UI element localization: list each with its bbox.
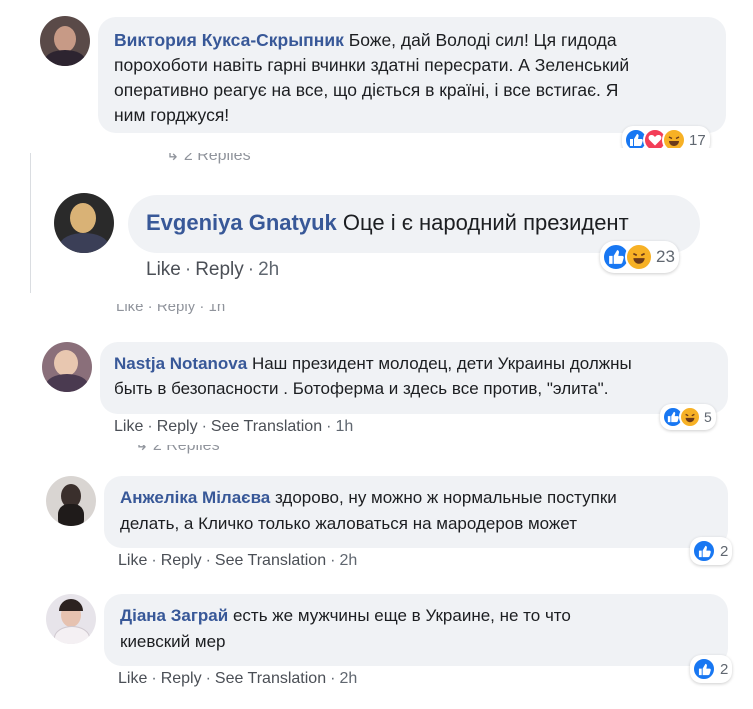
reply-link[interactable]: Reply xyxy=(157,418,198,434)
replies-label: 2 Replies xyxy=(183,153,251,164)
reaction-summary[interactable]: 2 xyxy=(690,655,733,683)
comment-clip-3: Nastja Notanova Наш президент молодец, д… xyxy=(30,330,740,434)
comment-text-line: порохоботи навіть гарні вчинки здатні пе… xyxy=(114,55,630,75)
like-link[interactable]: Like xyxy=(146,259,181,280)
avatar[interactable] xyxy=(46,476,96,526)
comment-text-line: Анжеліка Мілаєва здорово, ну можно ж нор… xyxy=(120,485,716,511)
comment-text: есть же мужчины еще в Украине, не то что xyxy=(232,606,571,625)
reaction-summary[interactable]: 2 xyxy=(690,537,733,565)
reaction-count: 5 xyxy=(704,409,712,425)
comment-bubble: Анжеліка Мілаєва здорово, ну можно ж нор… xyxy=(104,476,728,548)
comment-author[interactable]: Анжеліка Мілаєва xyxy=(120,488,270,507)
reaction-count: 2 xyxy=(720,542,729,560)
like-link[interactable]: Like xyxy=(118,670,147,687)
comment-clip-2: ↳ 2 Replies Evgeniya Gnatyuk Оце і є нар… xyxy=(30,153,726,293)
comment-actions: Like · Reply · See Translation · 2h xyxy=(118,552,358,569)
reaction-count: 2 xyxy=(720,660,729,678)
timestamp[interactable]: 2h xyxy=(339,670,357,687)
see-translation-link[interactable]: See Translation xyxy=(215,552,326,569)
haha-icon xyxy=(625,243,653,271)
comment-clip-1: Виктория Кукса-Скрыпник Боже, дай Володі… xyxy=(0,0,740,148)
avatar[interactable] xyxy=(42,342,92,392)
see-translation-link[interactable]: See Translation xyxy=(211,418,322,434)
comment-text-line: быть в безопасности . Ботоферма и здесь … xyxy=(114,379,609,398)
timestamp[interactable]: 1h xyxy=(335,418,353,434)
timestamp[interactable]: 2h xyxy=(339,552,357,569)
comment-text-line: делать, а Кличко только жаловаться на ма… xyxy=(120,514,577,533)
comment-text-line: Виктория Кукса-Скрыпник Боже, дай Володі… xyxy=(114,28,712,53)
reaction-summary[interactable]: 17 xyxy=(622,126,710,148)
comment-text: здорово, ну можно ж нормальные поступки xyxy=(274,488,617,507)
reply-arrow-icon: ↳ xyxy=(166,153,184,164)
like-link[interactable]: Like xyxy=(114,418,143,434)
replies-link[interactable]: ↳ 2 Replies xyxy=(166,153,251,165)
replies-wrap: ↳ 2 Replies xyxy=(135,445,220,454)
replies-label: 2 Replies xyxy=(152,445,220,454)
comment-text-line: Nastja Notanova Наш президент молодец, д… xyxy=(114,351,716,376)
partial-actions-text: Like · Reply · 1h xyxy=(116,304,226,314)
comment-author[interactable]: Діана Заграй xyxy=(120,606,228,625)
comment-author[interactable]: Виктория Кукса-Скрыпник xyxy=(114,30,344,50)
avatar[interactable] xyxy=(54,193,114,253)
comment-text-line: оперативно реагує на все, що діється в к… xyxy=(114,80,619,100)
avatar[interactable] xyxy=(46,594,96,644)
comment-text-line: киевский мер xyxy=(120,632,226,651)
comment-actions: Like · Reply · See Translation · 1h xyxy=(114,418,354,434)
like-icon xyxy=(692,657,716,681)
comment-bubble: Діана Заграй есть же мужчины еще в Украи… xyxy=(104,594,728,666)
comment-author[interactable]: Nastja Notanova xyxy=(114,354,247,373)
comment-text: Боже, дай Володі сил! Ця гидода xyxy=(348,30,617,50)
comment-text: Наш президент молодец, дети Украины долж… xyxy=(251,354,632,373)
comment-text-line: ним горджуся! xyxy=(114,105,230,125)
comment-author[interactable]: Evgeniya Gnatyuk xyxy=(146,210,337,235)
reaction-count: 17 xyxy=(689,131,706,149)
comment-text: Оце і є народний президент xyxy=(342,210,629,235)
like-link[interactable]: Like xyxy=(118,552,147,569)
comment-bubble: Nastja Notanova Наш президент молодец, д… xyxy=(100,342,728,414)
reply-link[interactable]: Reply xyxy=(161,670,202,687)
haha-icon xyxy=(662,128,686,148)
reply-arrow-icon: ↳ xyxy=(135,445,153,454)
partial-actions: Like · Reply · 1h xyxy=(116,304,225,314)
comment-bubble: Виктория Кукса-Скрыпник Боже, дай Володі… xyxy=(98,17,726,133)
reaction-summary[interactable]: 5 xyxy=(660,404,716,430)
comment-text-line: Діана Заграй есть же мужчины еще в Украи… xyxy=(120,603,716,629)
replies-link[interactable]: ↳ 2 Replies xyxy=(135,445,220,455)
haha-icon xyxy=(679,406,701,428)
reaction-summary[interactable]: 23 xyxy=(600,241,679,273)
reply-link[interactable]: Reply xyxy=(195,259,244,280)
see-translation-link[interactable]: See Translation xyxy=(215,670,326,687)
comment-actions: Like · Reply · See Translation · 2h xyxy=(118,670,358,687)
like-icon xyxy=(692,539,716,563)
reaction-count: 23 xyxy=(656,247,675,266)
timestamp[interactable]: 2h xyxy=(258,259,279,280)
avatar[interactable] xyxy=(40,16,90,66)
reply-link[interactable]: Reply xyxy=(161,552,202,569)
comment-actions: Like · Reply · 2h xyxy=(146,259,280,280)
